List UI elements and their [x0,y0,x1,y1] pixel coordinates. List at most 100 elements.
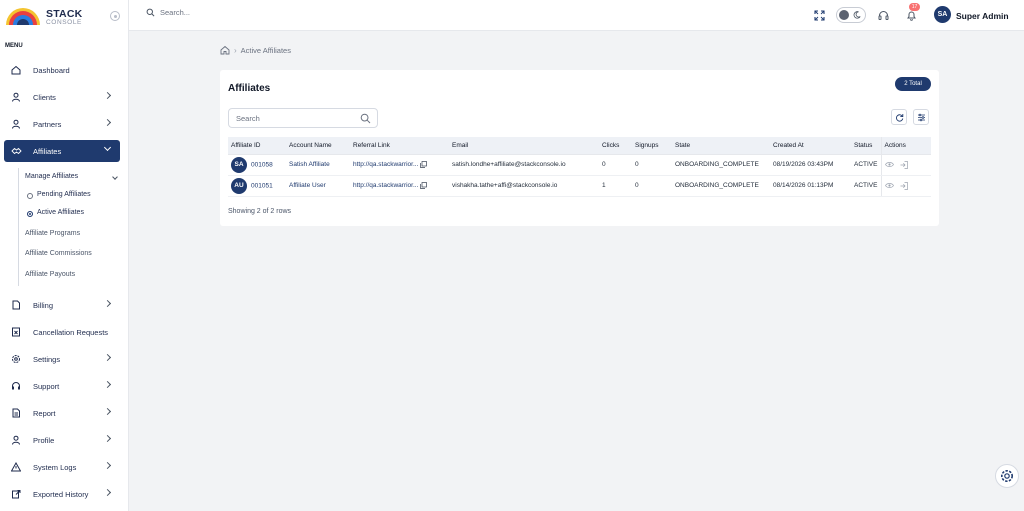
sidebar-item-exported-history[interactable]: Exported History [4,483,120,505]
global-search[interactable]: Search... [146,8,190,17]
home-icon[interactable] [220,45,230,55]
header-status[interactable]: Status [851,137,881,155]
sidebar-item-dashboard[interactable]: Dashboard [4,59,120,81]
referral-link[interactable]: http://qa.stackwarrior... [353,182,418,189]
header-created-at[interactable]: Created At [770,137,851,155]
sidebar-collapse-button[interactable] [110,11,120,21]
sidebar-item-support[interactable]: Support [4,375,120,397]
sidebar: STACK CONSOLE MENU Dashboard Clients Par… [0,0,129,511]
avatar[interactable]: SA [934,6,951,23]
affiliate-id-link[interactable]: 001051 [251,182,273,189]
moon-icon [853,11,861,19]
account-name-link[interactable]: Satish Affiliate [289,161,330,168]
settings-fab-button[interactable] [995,464,1019,488]
chevron-right-icon [103,488,112,497]
search-icon [146,8,155,17]
affiliates-card: Affiliates 2 Total Search Affiliate ID A… [220,70,939,226]
login-icon[interactable] [900,160,909,169]
theme-toggle[interactable] [836,7,866,23]
table-row: SA 001058 Satish Affiliate http://qa.stac… [228,154,931,176]
view-eye-icon[interactable] [884,182,894,189]
sidebar-item-system-logs[interactable]: System Logs [4,456,120,478]
breadcrumb: › Active Affiliates [220,45,291,55]
sidebar-item-settings[interactable]: Settings [4,348,120,370]
submenu-affiliate-programs[interactable]: Affiliate Programs [25,230,80,237]
cell-actions [880,154,931,176]
brand-sub: CONSOLE [46,19,82,26]
logo-mark-icon [6,8,40,25]
fullscreen-icon[interactable] [812,8,826,22]
chevron-down-icon [103,143,112,152]
cell-created-at: 08/19/2026 03:43PM [770,154,851,176]
sidebar-item-affiliates[interactable]: Affiliates [4,140,120,162]
cell-status: ACTIVE [851,175,881,197]
export-icon [10,488,22,500]
affiliates-icon [10,145,22,157]
table-search-input[interactable]: Search [228,108,378,128]
sidebar-item-profile[interactable]: Profile [4,429,120,451]
cell-clicks: 0 [599,154,632,176]
view-eye-icon[interactable] [884,161,894,168]
header-signups[interactable]: Signups [632,137,672,155]
sidebar-item-label: Dashboard [33,65,70,75]
cell-signups: 0 [632,175,672,197]
cell-state: ONBOARDING_COMPLETE [675,181,759,189]
header-email[interactable]: Email [449,137,599,155]
sidebar-item-label: Support [33,381,60,391]
notification-badge: 17 [909,3,920,11]
user-icon [10,91,22,103]
chevron-right-icon [103,434,112,443]
avatar: AU [231,177,247,194]
radio-pending-affiliates[interactable] [27,193,33,199]
sidebar-item-partners[interactable]: Partners [4,113,120,135]
sidebar-item-cancellation-requests[interactable]: Cancellation Requests [4,321,120,343]
sidebar-item-billing[interactable]: Billing [4,294,120,316]
search-icon [360,113,371,124]
submenu-active-affiliates[interactable]: Active Affiliates [37,209,84,216]
row-count-text: Showing 2 of 2 rows [228,208,292,215]
gear-icon [1001,470,1013,482]
submenu-affiliate-payouts[interactable]: Affiliate Payouts [25,271,75,278]
chevron-right-icon [103,299,112,308]
affiliates-submenu: Manage Affiliates Pending Affiliates Act… [18,168,120,286]
copy-icon[interactable] [420,182,428,189]
submenu-pending-affiliates[interactable]: Pending Affiliates [37,191,91,198]
sidebar-item-label: Settings [33,354,61,364]
brand-logo[interactable]: STACK CONSOLE [4,6,124,28]
profile-icon [10,434,22,446]
header-account-name[interactable]: Account Name [286,137,350,155]
table-header-row: Affiliate ID Account Name Referral Link … [228,137,931,155]
sidebar-item-label: Cancellation Requests [33,327,109,337]
gear-icon [10,353,22,365]
copy-icon[interactable] [420,161,428,168]
chevron-right-icon [103,118,112,127]
headset-icon[interactable] [876,8,890,22]
sidebar-item-report[interactable]: Report [4,402,120,424]
header-affiliate-id[interactable]: Affiliate ID [228,137,286,155]
affiliates-table: Affiliate ID Account Name Referral Link … [228,137,931,197]
refresh-button[interactable] [891,109,907,125]
menu-label: MENU [5,43,23,49]
header-clicks[interactable]: Clicks [599,137,632,155]
cell-state: ONBOARDING_COMPLETE [675,160,759,168]
partners-icon [10,118,22,130]
cell-referral-link: http://qa.stackwarrior... [350,154,449,176]
header-referral-link[interactable]: Referral Link [350,137,449,155]
headset-icon [10,380,22,392]
account-name-link[interactable]: Affiliate User [289,182,326,189]
chevron-down-icon[interactable] [112,174,118,180]
submenu-affiliate-commissions[interactable]: Affiliate Commissions [25,250,92,257]
chevron-right-icon [103,461,112,470]
total-badge: 2 Total [895,77,931,91]
sidebar-item-clients[interactable]: Clients [4,86,120,108]
affiliate-id-link[interactable]: 001058 [251,161,273,168]
cancel-doc-icon [10,326,22,338]
chevron-right-icon [103,353,112,362]
submenu-manage-affiliates[interactable]: Manage Affiliates [25,173,78,180]
header-state[interactable]: State [672,137,770,155]
referral-link[interactable]: http://qa.stackwarrior... [353,161,418,168]
radio-active-affiliates[interactable] [27,211,33,217]
filter-settings-button[interactable] [913,109,929,125]
user-name[interactable]: Super Admin [956,11,1009,21]
login-icon[interactable] [900,181,909,190]
